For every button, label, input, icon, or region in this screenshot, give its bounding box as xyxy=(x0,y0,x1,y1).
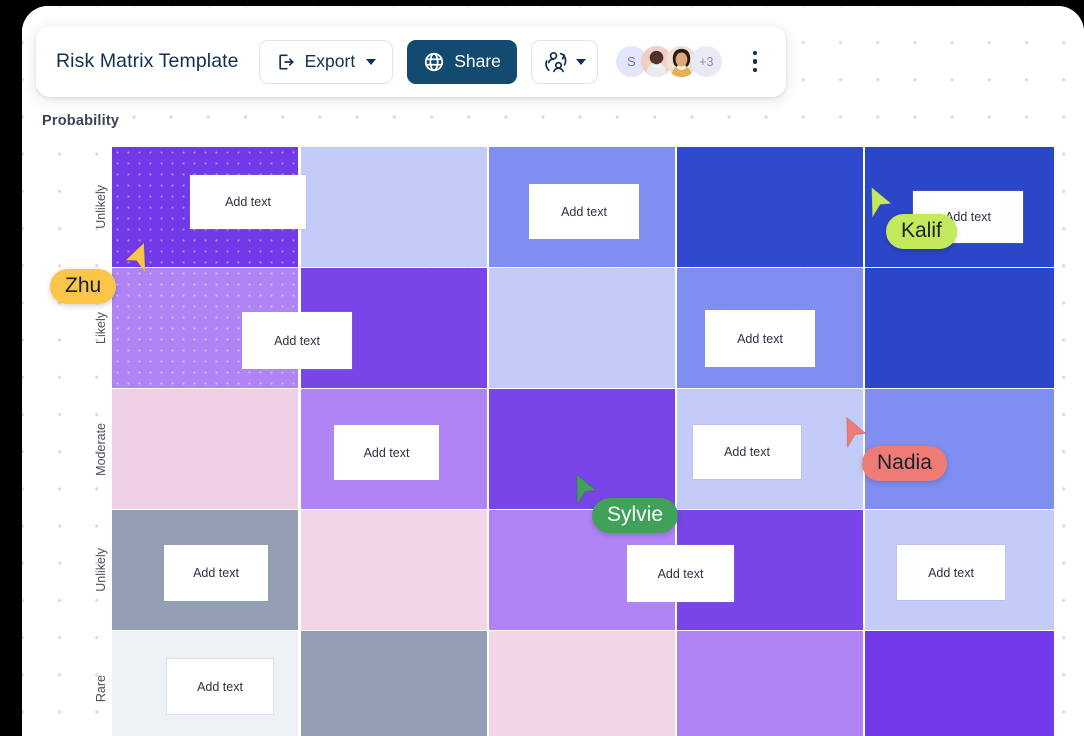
row-label-text: Unlikely xyxy=(94,185,108,229)
app-window: Risk Matrix Template Export Share S +3 P… xyxy=(22,6,1084,736)
row-label-0: Unlikely xyxy=(90,147,112,267)
sticky-note[interactable]: Add text xyxy=(693,425,801,479)
kebab-menu-icon[interactable] xyxy=(738,42,772,82)
matrix-cell-r0-c2[interactable]: Add text xyxy=(489,147,675,267)
kebab-dot xyxy=(752,59,758,64)
sticky-note[interactable]: Add text xyxy=(164,545,268,601)
matrix-cell-r1-c4[interactable] xyxy=(865,268,1054,388)
chevron-down-icon xyxy=(575,58,586,65)
add-people-icon xyxy=(543,49,569,75)
sticky-note[interactable]: Add text xyxy=(913,191,1023,243)
avatar-overflow[interactable]: +3 xyxy=(690,46,722,77)
document-title[interactable]: Risk Matrix Template xyxy=(56,50,245,73)
matrix-cell-r0-c0[interactable]: Add text xyxy=(112,147,306,267)
sticky-note[interactable]: Add text xyxy=(242,312,352,369)
matrix-cell-r1-c3[interactable]: Add text xyxy=(677,268,863,388)
matrix-cell-r4-c0[interactable]: Add text xyxy=(112,631,298,736)
avatar-label: S xyxy=(627,54,636,69)
matrix-cell-r0-c3[interactable] xyxy=(677,147,863,267)
sticky-note[interactable]: Add text xyxy=(897,545,1005,600)
export-icon xyxy=(276,52,296,72)
sticky-note[interactable]: Add text xyxy=(167,659,273,714)
matrix-cell-r4-c2[interactable] xyxy=(489,631,675,736)
matrix-cell-r2-c3[interactable]: Add text xyxy=(677,389,863,509)
sticky-note[interactable]: Add text xyxy=(705,310,815,367)
matrix-cell-r3-c1[interactable] xyxy=(301,510,487,630)
sticky-note[interactable]: Add text xyxy=(529,184,639,239)
matrix-cell-r1-c0[interactable]: Add text xyxy=(112,268,352,388)
matrix-cell-r0-c4[interactable]: Add text xyxy=(865,147,1054,267)
row-label-text: Likely xyxy=(94,312,108,344)
avatar-overflow-label: +3 xyxy=(699,54,714,69)
matrix-cell-r3-c0[interactable]: Add text xyxy=(112,510,298,630)
risk-matrix: Unlikely Likely Moderate Unlikely Rare Add t… xyxy=(90,147,1084,736)
kebab-dot xyxy=(752,50,758,56)
matrix-cell-r4-c3[interactable] xyxy=(677,631,863,736)
sticky-note[interactable]: Add text xyxy=(334,425,439,480)
matrix-grid: Add text Add text Add text Add text Add text… xyxy=(112,147,1054,736)
axis-title-probability: Probability xyxy=(42,113,120,129)
collaborator-avatars[interactable]: S +3 xyxy=(615,46,722,77)
row-label-text: Unlikely xyxy=(94,548,108,592)
sticky-note[interactable]: Add text xyxy=(190,175,306,229)
globe-icon xyxy=(423,51,445,73)
invite-people-button[interactable] xyxy=(530,39,598,84)
chevron-down-icon xyxy=(366,58,377,65)
matrix-cell-r2-c1[interactable]: Add text xyxy=(301,389,487,509)
export-label: Export xyxy=(304,51,356,71)
export-button[interactable]: Export xyxy=(258,39,394,84)
row-label-1: Likely xyxy=(90,268,112,388)
row-label-3: Unlikely xyxy=(90,510,112,630)
matrix-cell-r3-c4[interactable]: Add text xyxy=(865,510,1054,630)
top-toolbar: Risk Matrix Template Export Share S +3 xyxy=(36,26,786,97)
sticky-note[interactable]: Add text xyxy=(627,545,734,602)
matrix-cell-r2-c0[interactable] xyxy=(112,389,298,509)
matrix-cell-r0-c1[interactable] xyxy=(301,147,487,267)
row-label-2: Moderate xyxy=(90,389,112,509)
matrix-cell-r4-c4[interactable] xyxy=(865,631,1054,736)
matrix-cell-r2-c2[interactable] xyxy=(489,389,675,509)
matrix-cell-r1-c2[interactable] xyxy=(489,268,675,388)
row-label-column: Unlikely Likely Moderate Unlikely Rare xyxy=(90,147,112,736)
row-label-text: Rare xyxy=(94,675,108,703)
share-button[interactable]: Share xyxy=(407,39,517,84)
kebab-dot xyxy=(752,67,758,73)
share-label: Share xyxy=(454,51,501,71)
row-label-4: Rare xyxy=(90,631,112,736)
matrix-cell-r3-c2[interactable]: Add text xyxy=(489,510,734,630)
matrix-cell-r2-c4[interactable] xyxy=(865,389,1054,509)
row-label-text: Moderate xyxy=(94,422,108,476)
matrix-cell-r4-c1[interactable] xyxy=(301,631,487,736)
